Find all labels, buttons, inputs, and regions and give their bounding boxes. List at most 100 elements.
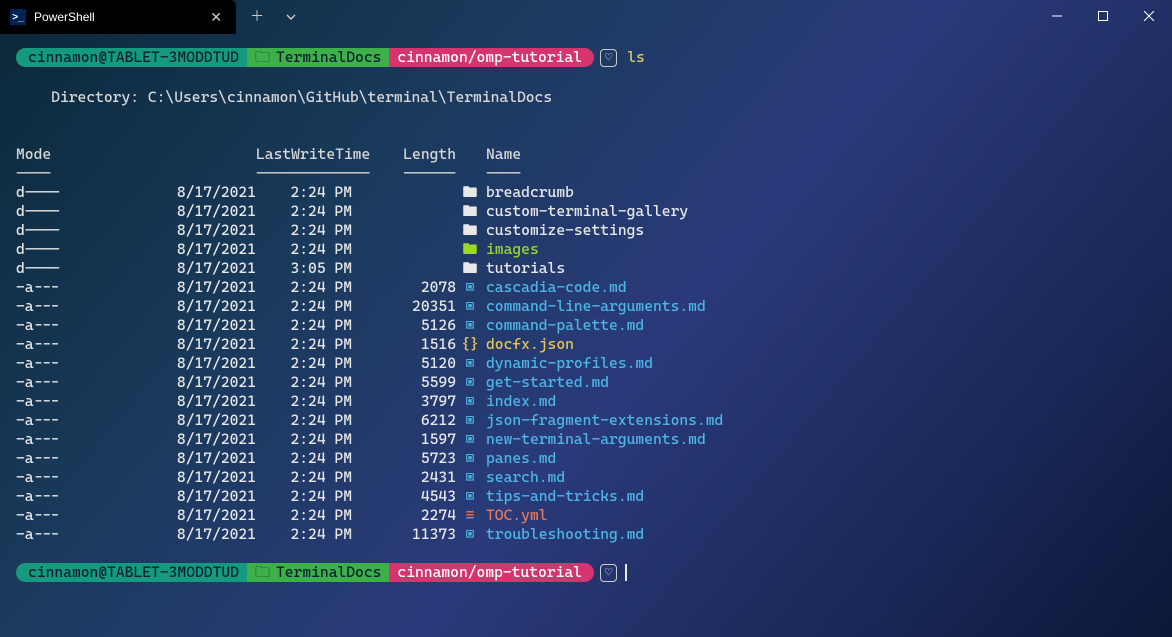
cell-time: 2:24 PM xyxy=(256,335,352,354)
file-icon: 🖿 xyxy=(456,183,480,202)
file-icon: ▣ xyxy=(456,430,480,449)
minimize-button[interactable] xyxy=(1034,0,1080,32)
cursor xyxy=(625,564,627,581)
cell-name: new-terminal-arguments.md xyxy=(480,430,706,449)
listing-row: -a---8/17/20212:24 PM2431▣search.md xyxy=(16,468,1156,487)
cell-date: 8/17/2021 xyxy=(144,373,256,392)
file-icon: ▣ xyxy=(456,373,480,392)
file-icon: ▣ xyxy=(456,392,480,411)
cell-mode: -a--- xyxy=(16,468,144,487)
prompt-folder-label: TerminalDocs xyxy=(276,48,381,67)
listing-row: -a---8/17/20212:24 PM5126▣command-palett… xyxy=(16,316,1156,335)
command-text: ls xyxy=(627,48,645,67)
prompt-folder: 🗀 TerminalDocs xyxy=(247,48,389,67)
prompt-folder: 🗀TerminalDocs xyxy=(247,563,389,582)
cell-mode: -a--- xyxy=(16,278,144,297)
cell-date: 8/17/2021 xyxy=(144,449,256,468)
cell-time: 2:24 PM xyxy=(256,392,352,411)
cell-name: cascadia-code.md xyxy=(480,278,627,297)
cell-name: tutorials xyxy=(480,259,565,278)
listing-row: d----8/17/20213:05 PM🖿tutorials xyxy=(16,259,1156,278)
cell-date: 8/17/2021 xyxy=(144,487,256,506)
directory-header: Directory: C:\Users\cinnamon\GitHub\term… xyxy=(16,88,1156,107)
cell-date: 8/17/2021 xyxy=(144,506,256,525)
cell-length: 5120 xyxy=(352,354,456,373)
rule-name: ---- xyxy=(480,164,521,183)
cell-time: 2:24 PM xyxy=(256,373,352,392)
prompt-user-host: cinnamon@TABLET-3MODDTUD xyxy=(16,48,247,67)
cell-length: 4543 xyxy=(352,487,456,506)
cell-time: 2:24 PM xyxy=(256,316,352,335)
cell-name: search.md xyxy=(480,468,565,487)
listing-row: -a---8/17/20212:24 PM5599▣get-started.md xyxy=(16,373,1156,392)
file-icon: ▣ xyxy=(456,354,480,373)
hdr-mode: Mode xyxy=(16,145,144,164)
file-icon: {} xyxy=(456,335,480,354)
cell-date: 8/17/2021 xyxy=(144,240,256,259)
cell-date: 8/17/2021 xyxy=(144,335,256,354)
cell-name: custom-terminal-gallery xyxy=(480,202,688,221)
cell-mode: -a--- xyxy=(16,449,144,468)
cell-mode: -a--- xyxy=(16,506,144,525)
listing-row: -a---8/17/20212:24 PM4543▣tips-and-trick… xyxy=(16,487,1156,506)
prompt-line: cinnamon@TABLET-3MODDTUD 🗀TerminalDocs c… xyxy=(16,48,1156,67)
cell-name: customize-settings xyxy=(480,221,644,240)
file-icon: ▣ xyxy=(456,525,480,544)
maximize-button[interactable] xyxy=(1080,0,1126,32)
cell-name: docfx.json xyxy=(480,335,574,354)
cell-length: 20351 xyxy=(352,297,456,316)
cell-name: breadcrumb xyxy=(480,183,574,202)
listing-row: -a---8/17/20212:24 PM11373▣troubleshooti… xyxy=(16,525,1156,544)
window-controls xyxy=(1034,0,1172,32)
folder-icon: 🗀 xyxy=(255,48,270,67)
tab-actions: ＋ xyxy=(236,0,306,34)
listing-row: -a---8/17/20212:24 PM2274≡TOC.yml xyxy=(16,506,1156,525)
prompt-folder-label: TerminalDocs xyxy=(276,563,381,582)
listing-row: -a---8/17/20212:24 PM3797▣index.md xyxy=(16,392,1156,411)
cell-date: 8/17/2021 xyxy=(144,297,256,316)
cell-date: 8/17/2021 xyxy=(144,183,256,202)
cell-length: 1516 xyxy=(352,335,456,354)
cell-date: 8/17/2021 xyxy=(144,221,256,240)
file-icon: 🖿 xyxy=(456,240,480,259)
cell-name: json-fragment-extensions.md xyxy=(480,411,723,430)
cell-time: 2:24 PM xyxy=(256,278,352,297)
listing-header: Mode LastWriteTime Length Name xyxy=(16,145,1156,164)
cell-date: 8/17/2021 xyxy=(144,411,256,430)
cell-name: panes.md xyxy=(480,449,556,468)
new-tab-button[interactable]: ＋ xyxy=(242,2,272,32)
cell-mode: -a--- xyxy=(16,354,144,373)
listing-row: -a---8/17/20212:24 PM20351▣command-line-… xyxy=(16,297,1156,316)
cell-length: 5599 xyxy=(352,373,456,392)
close-window-button[interactable] xyxy=(1126,0,1172,32)
titlebar: >_ PowerShell ✕ ＋ xyxy=(0,0,1172,36)
terminal-output[interactable]: cinnamon@TABLET-3MODDTUD 🗀 TerminalDocs c… xyxy=(0,36,1172,592)
cell-name: command-palette.md xyxy=(480,316,644,335)
cell-date: 8/17/2021 xyxy=(144,316,256,335)
cell-time: 2:24 PM xyxy=(256,354,352,373)
cell-time: 2:24 PM xyxy=(256,221,352,240)
listing-row: d----8/17/20212:24 PM🖿breadcrumb xyxy=(16,183,1156,202)
cell-name: command-line-arguments.md xyxy=(480,297,706,316)
rule-length: ------ xyxy=(352,164,456,183)
cell-mode: -a--- xyxy=(16,392,144,411)
cell-length: 6212 xyxy=(352,411,456,430)
cell-mode: -a--- xyxy=(16,373,144,392)
cell-length: 2431 xyxy=(352,468,456,487)
heart-icon: ♡ xyxy=(600,564,617,582)
close-tab-button[interactable]: ✕ xyxy=(206,6,226,29)
cell-mode: -a--- xyxy=(16,487,144,506)
file-icon: 🖿 xyxy=(456,221,480,240)
file-icon: 🖿 xyxy=(456,259,480,278)
tab-powershell[interactable]: >_ PowerShell ✕ xyxy=(0,0,236,34)
cell-time: 2:24 PM xyxy=(256,430,352,449)
cell-time: 2:24 PM xyxy=(256,487,352,506)
file-icon: ▣ xyxy=(456,449,480,468)
heart-icon: ♡ xyxy=(600,49,617,67)
cell-mode: -a--- xyxy=(16,316,144,335)
tab-dropdown-button[interactable] xyxy=(276,2,306,32)
cell-mode: -a--- xyxy=(16,525,144,544)
cell-length: 11373 xyxy=(352,525,456,544)
cell-length: 5723 xyxy=(352,449,456,468)
listing-row: -a---8/17/20212:24 PM5723▣panes.md xyxy=(16,449,1156,468)
